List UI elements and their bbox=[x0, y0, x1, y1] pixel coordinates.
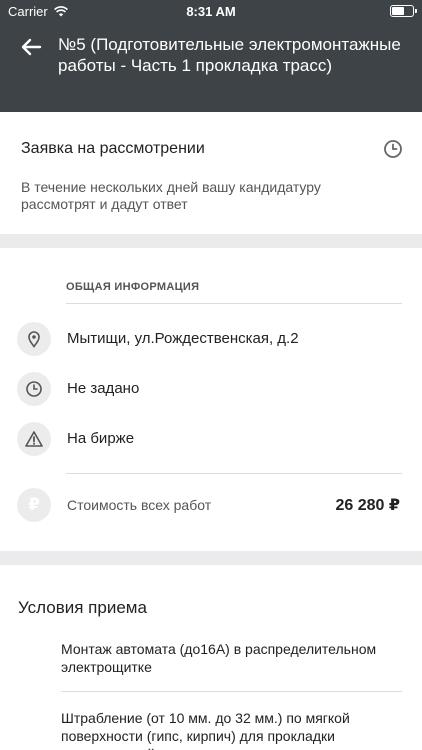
clock-icon bbox=[17, 372, 51, 406]
page-title: №5 (Подготовительные электромонтажные ра… bbox=[58, 35, 401, 75]
condition-item: Штрабление (от 10 мм. до 32 мм.) по мягк… bbox=[61, 710, 350, 750]
address-text: Мытищи, ул.Рождественская, д.2 bbox=[67, 330, 299, 347]
application-status-title: Заявка на рассмотрении bbox=[21, 140, 205, 157]
schedule-text: Не задано bbox=[67, 380, 140, 397]
general-info-header: ОБЩАЯ ИНФОРМАЦИЯ bbox=[66, 281, 200, 293]
total-cost-label: Стоимость всех работ bbox=[67, 497, 212, 513]
clock-icon bbox=[384, 140, 402, 158]
application-status-description: В течение нескольких дней вашу кандидату… bbox=[21, 179, 321, 212]
divider bbox=[61, 691, 402, 692]
battery-icon bbox=[390, 5, 417, 17]
location-pin-icon bbox=[17, 322, 51, 356]
section-separator bbox=[0, 234, 422, 248]
general-info-card: ОБЩАЯ ИНФОРМАЦИЯ Мытищи, ул.Рождественск… bbox=[0, 248, 422, 551]
divider bbox=[66, 303, 402, 304]
acceptance-conditions-card: Условия приема Монтаж автомата (до16А) в… bbox=[0, 565, 422, 750]
ruble-icon: ₽ bbox=[17, 488, 51, 522]
back-arrow-icon[interactable] bbox=[16, 32, 46, 62]
conditions-title: Условия приема bbox=[18, 598, 147, 617]
warning-icon bbox=[17, 422, 51, 456]
condition-item: Монтаж автомата (до16А) в распределитель… bbox=[61, 641, 377, 675]
app-bar: №5 (Подготовительные электромонтажные ра… bbox=[0, 22, 422, 112]
section-separator bbox=[0, 551, 422, 565]
total-cost-value: 26 280 ₽ bbox=[335, 497, 400, 514]
exchange-status-text: На бирже bbox=[67, 430, 135, 447]
divider bbox=[66, 473, 402, 474]
status-time: 8:31 AM bbox=[186, 4, 236, 19]
application-status-card: Заявка на рассмотрении В течение несколь… bbox=[0, 112, 422, 234]
status-bar: Carrier 8:31 AM bbox=[0, 0, 422, 22]
